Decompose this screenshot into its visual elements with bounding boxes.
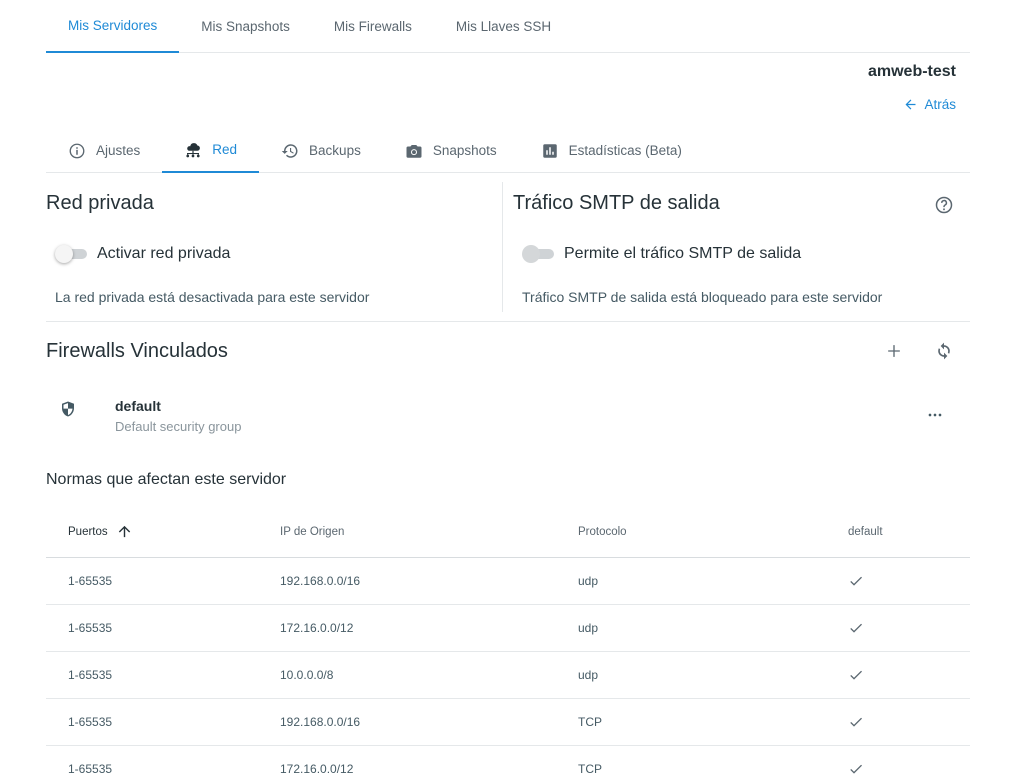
server-name: amweb-test: [867, 63, 956, 80]
tab-estadisticas-label: Estadísticas (Beta): [568, 143, 682, 158]
refresh-icon[interactable]: [934, 341, 954, 361]
sort-ascending-icon: [118, 525, 130, 538]
top-tabs: Mis Servidores Mis Snapshots Mis Firewal…: [46, 0, 970, 53]
table-header: Puertos IP de Origen Protocolo default: [46, 505, 970, 558]
tab-backups[interactable]: Backups: [259, 128, 383, 173]
private-network-toggle-label: Activar red privada: [97, 245, 231, 262]
cell-ports: 1-65535: [68, 574, 113, 588]
table-row: 1-65535 192.168.0.0/16 TCP: [46, 699, 970, 746]
column-header-ip-origen[interactable]: IP de Origen: [280, 505, 344, 558]
cell-default: [848, 652, 864, 698]
column-header-default[interactable]: default: [848, 505, 883, 558]
checkmark-icon: [850, 623, 862, 633]
tab-red-label: Red: [212, 142, 238, 157]
add-icon[interactable]: [884, 341, 904, 361]
tab-mis-llaves-ssh[interactable]: Mis Llaves SSH: [434, 0, 573, 53]
tab-mis-firewalls[interactable]: Mis Firewalls: [312, 0, 434, 53]
private-network-title: Red privada: [46, 192, 154, 214]
camera-icon: [406, 144, 422, 158]
server-network-page: Mis Servidores Mis Snapshots Mis Firewal…: [0, 0, 1024, 784]
toggle-knob: [55, 245, 73, 263]
cell-default: [848, 558, 864, 604]
history-icon: [281, 143, 298, 158]
smtp-toggle-label: Permite el tráfico SMTP de salida: [564, 245, 802, 262]
tab-snapshots[interactable]: Snapshots: [383, 128, 519, 173]
checkmark-icon: [850, 764, 862, 774]
tab-mis-snapshots[interactable]: Mis Snapshots: [179, 0, 312, 53]
table-row: 1-65535 172.16.0.0/12 TCP: [46, 746, 970, 784]
tab-red[interactable]: Red: [162, 128, 260, 173]
info-icon: [69, 143, 85, 158]
private-network-toggle[interactable]: [55, 245, 89, 263]
bar-chart-icon: [542, 143, 557, 158]
cloud-network-icon: [186, 142, 201, 157]
column-header-protocolo[interactable]: Protocolo: [578, 505, 627, 558]
table-row: 1-65535 192.168.0.0/16 udp: [46, 558, 970, 605]
arrow-left-icon: [905, 99, 916, 110]
cell-default: [848, 699, 864, 745]
cell-source: 172.16.0.0/12: [280, 762, 354, 776]
cell-source: 10.0.0.0/8: [280, 668, 334, 682]
shield-icon: [62, 401, 74, 417]
cell-protocol: TCP: [578, 762, 602, 776]
private-network-toggle-row: Activar red privada: [55, 245, 230, 263]
smtp-title: Tráfico SMTP de salida: [513, 192, 720, 214]
table-row: 1-65535 10.0.0.0/8 udp: [46, 652, 970, 699]
cell-protocol: udp: [578, 621, 599, 635]
checkmark-icon: [850, 576, 862, 586]
sub-tabs: Ajustes Red Backups Snapshots Estadístic…: [46, 128, 970, 173]
back-link[interactable]: Atrás: [903, 97, 956, 112]
cell-protocol: udp: [578, 574, 599, 588]
section-divider: [46, 321, 970, 322]
cell-source: 192.168.0.0/16: [280, 715, 361, 729]
smtp-toggle-row: Permite el tráfico SMTP de salida: [522, 245, 801, 263]
cell-default: [848, 605, 864, 651]
tab-ajustes[interactable]: Ajustes: [46, 128, 162, 173]
tab-estadisticas[interactable]: Estadísticas (Beta): [519, 128, 704, 173]
cell-ports: 1-65535: [68, 668, 113, 682]
checkmark-icon: [850, 717, 862, 727]
cell-source: 192.168.0.0/16: [280, 574, 361, 588]
cell-protocol: udp: [578, 668, 599, 682]
column-header-puertos[interactable]: Puertos: [68, 505, 133, 558]
tab-snapshots-label: Snapshots: [432, 143, 497, 158]
rules-title: Normas que afectan este servidor: [46, 471, 287, 488]
smtp-toggle[interactable]: [522, 245, 556, 263]
toggle-knob: [522, 245, 540, 263]
tab-mis-servidores[interactable]: Mis Servidores: [46, 0, 180, 53]
private-network-status: La red privada está desactivada para est…: [55, 289, 370, 305]
smtp-status: Tráfico SMTP de salida está bloqueado pa…: [522, 289, 883, 305]
panel-divider: [502, 182, 503, 312]
cell-ports: 1-65535: [68, 715, 113, 729]
help-icon[interactable]: [934, 195, 954, 215]
firewall-name: default: [115, 398, 161, 414]
back-link-label: Atrás: [924, 97, 956, 112]
column-header-label: Puertos: [68, 525, 108, 538]
rules-table: Puertos IP de Origen Protocolo default 1…: [46, 505, 970, 784]
firewalls-title: Firewalls Vinculados: [46, 340, 228, 362]
cell-default: [848, 746, 864, 784]
firewall-list-item[interactable]: default Default security group: [46, 395, 970, 441]
checkmark-icon: [850, 670, 862, 680]
cell-ports: 1-65535: [68, 621, 113, 635]
tab-backups-label: Backups: [309, 143, 361, 158]
cell-source: 172.16.0.0/12: [280, 621, 354, 635]
firewall-description: Default security group: [115, 419, 242, 434]
cell-protocol: TCP: [578, 715, 602, 729]
tab-ajustes-label: Ajustes: [96, 143, 141, 158]
more-options-icon[interactable]: [924, 405, 946, 425]
cell-ports: 1-65535: [68, 762, 113, 776]
table-row: 1-65535 172.16.0.0/12 udp: [46, 605, 970, 652]
